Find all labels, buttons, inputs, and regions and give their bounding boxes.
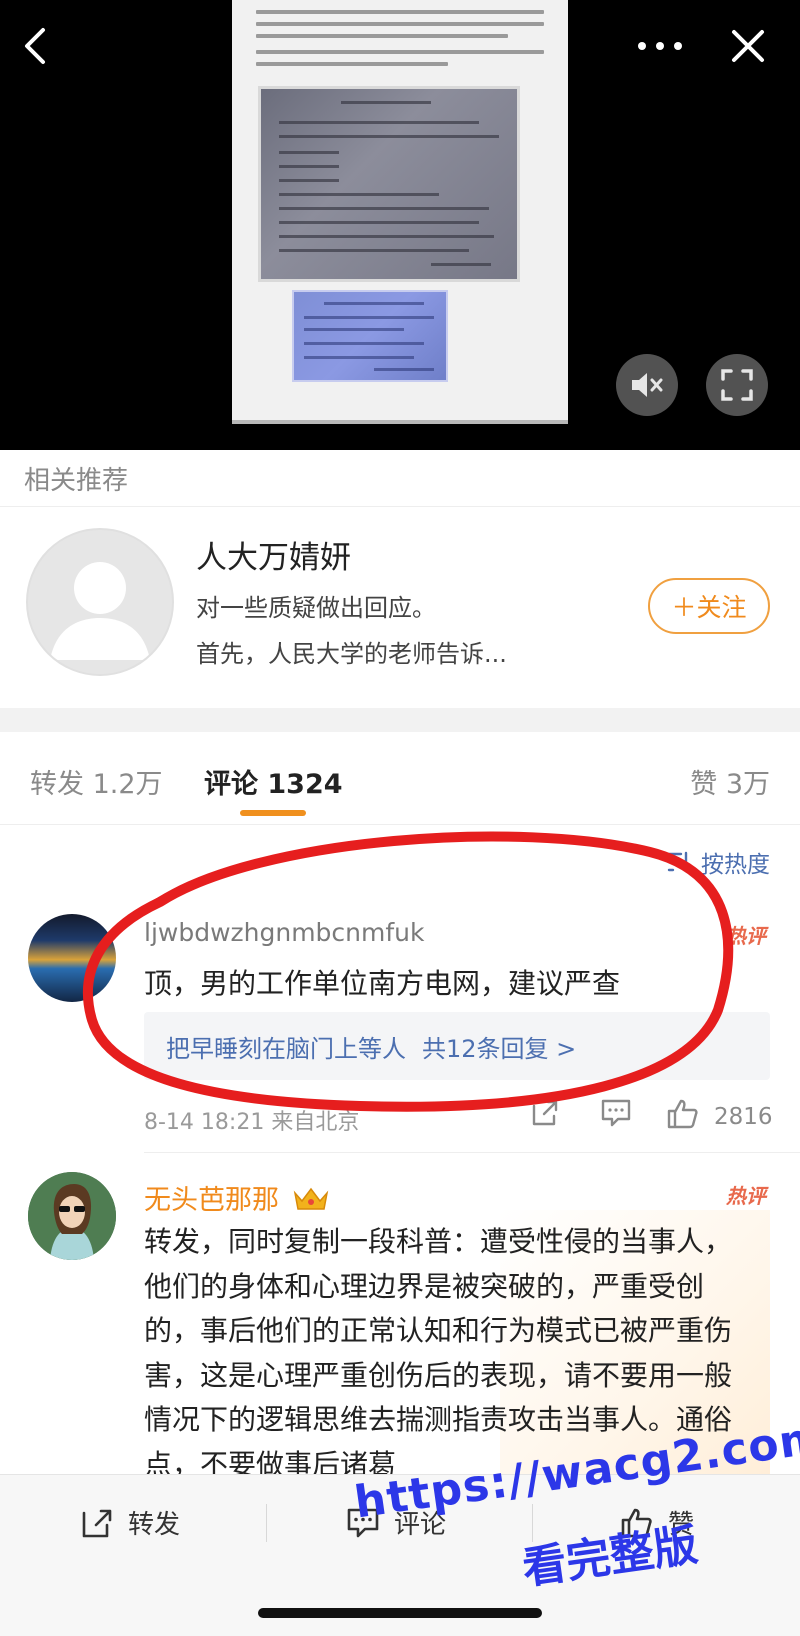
active-tab-indicator bbox=[240, 810, 306, 816]
share-icon[interactable] bbox=[530, 1098, 560, 1128]
like-count: 2816 bbox=[714, 1104, 773, 1130]
repost-button[interactable]: 转发 bbox=[80, 1504, 180, 1541]
close-button[interactable] bbox=[724, 22, 772, 70]
document-photo bbox=[258, 86, 520, 282]
certificate-photo bbox=[292, 290, 448, 382]
avatar[interactable] bbox=[28, 914, 116, 1002]
document-image bbox=[232, 0, 568, 420]
default-avatar-icon bbox=[50, 562, 150, 660]
close-icon bbox=[732, 30, 764, 62]
comment-icon[interactable] bbox=[600, 1098, 632, 1128]
follow-button[interactable]: ＋关注 bbox=[648, 578, 770, 634]
back-button[interactable] bbox=[12, 22, 60, 70]
fullscreen-icon bbox=[721, 369, 753, 401]
mute-button[interactable] bbox=[616, 354, 678, 416]
comment-text[interactable]: 顶，男的工作单位南方电网，建议严查 bbox=[144, 962, 620, 1002]
tab-like[interactable]: 赞 3万 bbox=[690, 762, 770, 801]
user-portrait-icon bbox=[28, 1172, 116, 1260]
hot-comment-badge: 热评 bbox=[726, 1184, 766, 1208]
mute-icon bbox=[632, 373, 663, 397]
home-indicator bbox=[258, 1608, 542, 1618]
avatar[interactable] bbox=[28, 1172, 116, 1260]
sort-label: 按热度 bbox=[701, 852, 770, 878]
video-player[interactable] bbox=[0, 0, 800, 450]
chevron-left-icon bbox=[25, 28, 45, 64]
hot-comment-badge: 热评 bbox=[726, 924, 766, 948]
recommended-desc-line1[interactable]: 对一些质疑做出回应。 bbox=[196, 588, 436, 623]
sort-icon bbox=[667, 851, 692, 873]
reply-count: 共12条回复 > bbox=[422, 1034, 577, 1063]
avatar[interactable] bbox=[26, 528, 174, 676]
recommended-user-name[interactable]: 人大万婧妍 bbox=[196, 532, 351, 577]
more-button[interactable] bbox=[636, 22, 684, 70]
comment-meta: 8-14 18:21 来自北京 bbox=[144, 1110, 360, 1135]
more-dots-icon bbox=[638, 42, 682, 50]
recommended-desc-line2[interactable]: 首先，人民大学的老师告诉... bbox=[196, 634, 507, 669]
tab-comment[interactable]: 评论 1324 bbox=[204, 762, 343, 801]
reply-user: 把早睡刻在脑门上等人 bbox=[166, 1034, 406, 1063]
repost-icon bbox=[82, 1509, 112, 1537]
sort-toggle[interactable]: 按热度 bbox=[667, 845, 770, 879]
tab-repost[interactable]: 转发 1.2万 bbox=[30, 762, 163, 801]
crown-badge-icon bbox=[293, 1187, 328, 1210]
comment-username[interactable]: ljwbdwzhgnmbcnmfuk bbox=[144, 918, 425, 947]
reply-preview[interactable]: 把早睡刻在脑门上等人 共12条回复 > bbox=[144, 1012, 770, 1080]
related-section-title: 相关推荐 bbox=[24, 466, 129, 496]
fullscreen-button[interactable] bbox=[706, 354, 768, 416]
thumbs-up-icon[interactable] bbox=[666, 1098, 700, 1130]
comment-username[interactable]: 无头芭那那 bbox=[144, 1178, 330, 1217]
